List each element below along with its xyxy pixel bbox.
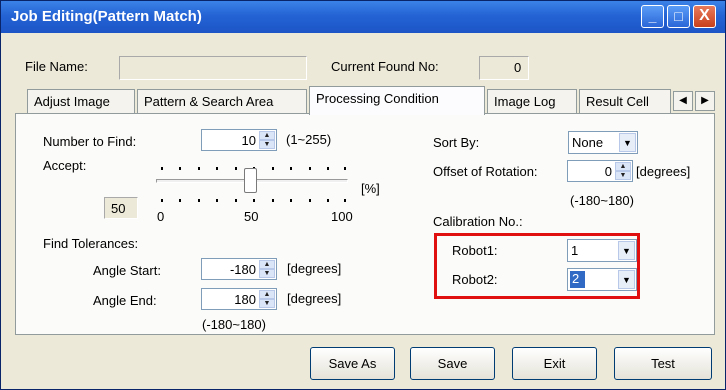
spin-down-icon[interactable]: ▼: [259, 269, 275, 278]
robot2-label: Robot2:: [452, 272, 498, 287]
number-to-find-spinner[interactable]: 10 ▲ ▼: [201, 129, 277, 151]
job-editing-window: Job Editing(Pattern Match) _ □ X File Na…: [0, 0, 726, 390]
minimize-button[interactable]: _: [641, 5, 664, 28]
arrow-left-icon: ◀: [679, 95, 687, 106]
window-title: Job Editing(Pattern Match): [11, 8, 202, 25]
robot2-select[interactable]: 2 ▼: [567, 268, 637, 291]
robot1-select[interactable]: 1 ▼: [567, 239, 637, 262]
current-found-field: 0: [479, 56, 529, 80]
robot1-label: Robot1:: [452, 243, 498, 258]
test-button[interactable]: Test: [614, 347, 712, 380]
accept-unit: [%]: [361, 181, 380, 196]
spin-down-icon[interactable]: ▼: [615, 171, 631, 180]
tab-scroll-left-button[interactable]: ◀: [673, 91, 693, 111]
tab-pattern-search-area[interactable]: Pattern & Search Area: [137, 89, 307, 114]
accept-label: Accept:: [43, 158, 87, 173]
spin-down-icon[interactable]: ▼: [259, 299, 275, 308]
spin-up-icon[interactable]: ▲: [259, 131, 275, 140]
chevron-down-icon[interactable]: ▼: [618, 241, 635, 260]
offset-rotation-label: Offset of Rotation:: [433, 164, 538, 179]
maximize-button[interactable]: □: [667, 5, 690, 28]
current-found-value: 0: [514, 60, 522, 75]
chevron-down-icon[interactable]: ▼: [619, 133, 636, 152]
spin-up-icon[interactable]: ▲: [259, 260, 275, 269]
save-as-button[interactable]: Save As: [310, 347, 395, 380]
calibration-label: Calibration No.:: [433, 214, 523, 229]
arrow-right-icon: ▶: [701, 95, 709, 106]
spin-up-icon[interactable]: ▲: [615, 162, 631, 171]
angle-range: (-180~180): [202, 317, 266, 332]
spin-up-icon[interactable]: ▲: [259, 290, 275, 299]
title-bar[interactable]: Job Editing(Pattern Match) _ □ X: [1, 1, 725, 33]
file-name-label: File Name:: [25, 59, 88, 74]
number-to-find-range: (1~255): [286, 132, 332, 147]
tab-image-log[interactable]: Image Log: [487, 89, 577, 114]
find-tolerances-label: Find Tolerances:: [43, 236, 139, 251]
chevron-down-icon[interactable]: ▼: [618, 270, 635, 289]
exit-button[interactable]: Exit: [512, 347, 597, 380]
sort-by-select[interactable]: None ▼: [568, 131, 638, 154]
angle-start-spinner[interactable]: -180 ▲ ▼: [201, 258, 277, 280]
spin-down-icon[interactable]: ▼: [259, 140, 275, 149]
angle-end-label: Angle End:: [93, 293, 157, 308]
accept-scale-mid: 50: [244, 209, 259, 224]
angle-end-spinner[interactable]: 180 ▲ ▼: [201, 288, 277, 310]
angle-start-label: Angle Start:: [93, 263, 161, 278]
tab-processing-condition[interactable]: Processing Condition: [309, 86, 485, 115]
number-to-find-label: Number to Find:: [43, 134, 137, 149]
angle-start-unit: [degrees]: [287, 261, 342, 276]
sort-by-label: Sort By:: [433, 135, 480, 150]
current-found-label: Current Found No:: [331, 59, 439, 74]
angle-end-unit: [degrees]: [287, 291, 342, 306]
offset-rotation-range: (-180~180): [570, 193, 634, 208]
close-button[interactable]: X: [693, 5, 716, 28]
save-button[interactable]: Save: [410, 347, 495, 380]
offset-rotation-unit: [degrees]: [636, 164, 691, 179]
accept-scale-max: 100: [331, 209, 353, 224]
tab-scroll-right-button[interactable]: ▶: [695, 91, 715, 111]
offset-rotation-spinner[interactable]: 0 ▲ ▼: [567, 160, 633, 182]
accept-slider-thumb[interactable]: [244, 168, 257, 193]
tab-result-cell[interactable]: Result Cell: [579, 89, 671, 114]
slider-ticks-bottom: [161, 199, 346, 203]
tab-adjust-image[interactable]: Adjust Image: [27, 89, 135, 114]
accept-scale-min: 0: [157, 209, 165, 224]
file-name-field: [119, 56, 307, 80]
accept-value-field: 50: [104, 197, 138, 219]
